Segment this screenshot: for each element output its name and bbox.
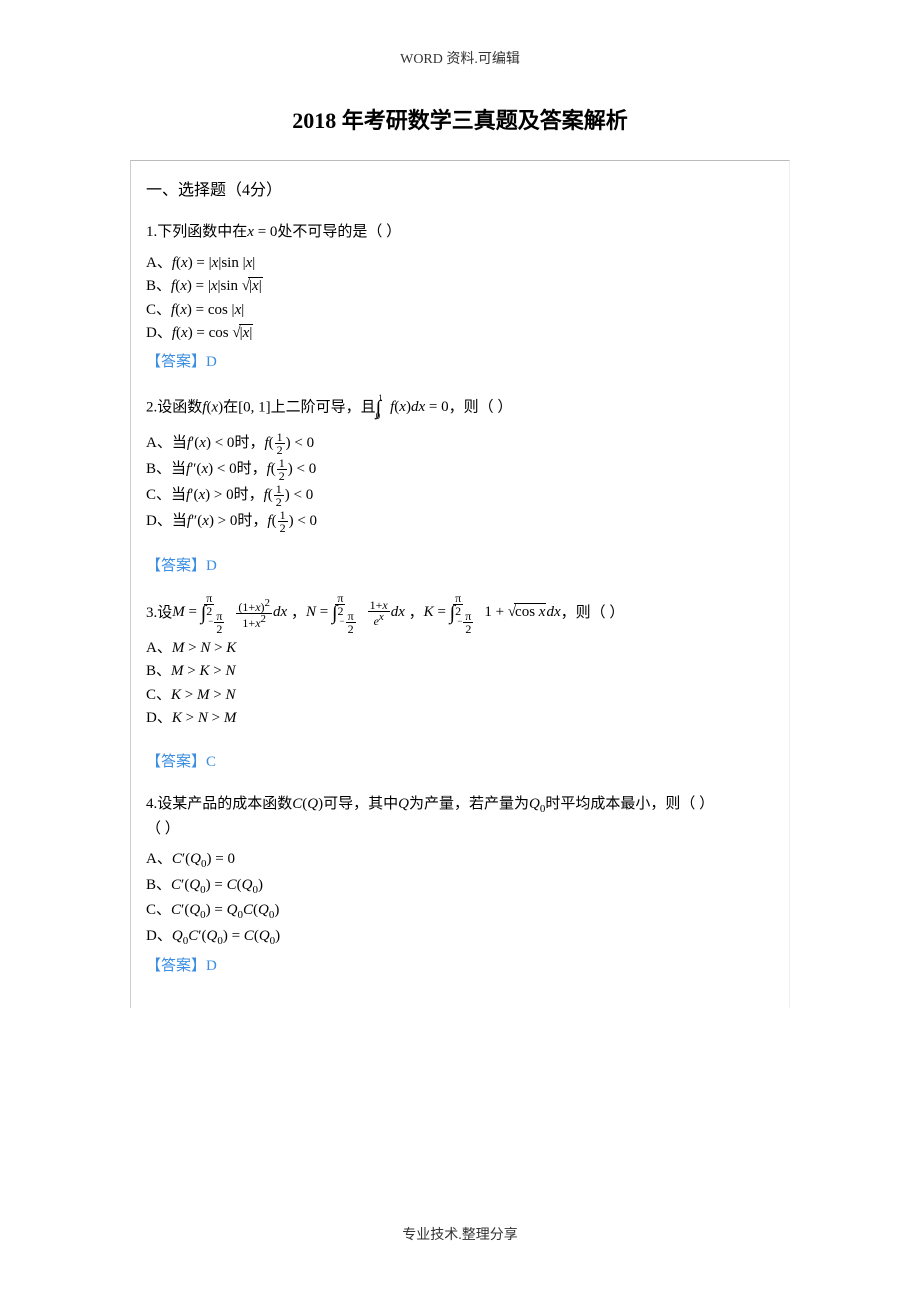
q1-stem-math: x = 0 — [247, 224, 277, 240]
q4-p3: 为产量，若产量为 — [409, 796, 529, 812]
q4-answer: 【答案】D — [146, 955, 774, 978]
q4-option-c: C、C′(Q0) = Q0C(Q0) — [146, 899, 774, 924]
q3-stem: 3.设M = ∫π2−π2(1+x)21+x2dx ，N = ∫π2−π21+x… — [146, 598, 774, 629]
q2-p1: 2.设函数 — [146, 399, 202, 415]
q3-option-a: A、M > N > K — [146, 637, 774, 660]
question-2: 2.设函数f(x)在[0, 1]上二阶可导，且∫10f(x)dx = 0，则（ … — [146, 393, 774, 578]
q3-option-c: C、K > M > N — [146, 684, 774, 707]
q2-option-d: D、当f″(x) > 0时，f(12) < 0 — [146, 509, 774, 534]
page-footer: 专业技术.整理分享 — [0, 1224, 920, 1244]
q2-stem: 2.设函数f(x)在[0, 1]上二阶可导，且∫10f(x)dx = 0，则（ … — [146, 393, 774, 423]
q4-option-a: A、C′(Q0) = 0 — [146, 848, 774, 873]
content-box: 一、选择题（4分） 1.下列函数中在x = 0处不可导的是（ ） A、f(x) … — [130, 160, 790, 1008]
q1-option-d: D、f(x) = cos |x| — [146, 322, 774, 345]
q2-answer: 【答案】D — [146, 555, 774, 578]
q4-p4: 时平均成本最小，则（ ） — [545, 796, 714, 812]
q4-p2: 可导，其中 — [323, 796, 398, 812]
page-header: WORD 资料.可编辑 — [0, 0, 920, 68]
q2-option-b: B、当f″(x) < 0时，f(12) < 0 — [146, 457, 774, 482]
q2-option-c: C、当f′(x) > 0时，f(12) < 0 — [146, 483, 774, 508]
q1-options: A、f(x) = |x|sin |x| B、f(x) = |x|sin |x| … — [146, 252, 774, 345]
q1-answer: 【答案】D — [146, 351, 774, 374]
q1-option-b: B、f(x) = |x|sin |x| — [146, 275, 774, 298]
q2-p4: ，则（ ） — [449, 399, 513, 415]
q3-suffix: ，则（ ） — [561, 604, 625, 620]
question-4: 4.设某产品的成本函数C(Q)可导，其中Q为产量，若产量为Q0时平均成本最小，则… — [146, 793, 774, 978]
q3-option-b: B、M > K > N — [146, 660, 774, 683]
q4-p1: 4.设某产品的成本函数 — [146, 796, 292, 812]
q1-stem-prefix: 1.下列函数中在 — [146, 224, 247, 240]
q3-option-d: D、K > N > M — [146, 707, 774, 730]
q1-stem: 1.下列函数中在x = 0处不可导的是（ ） — [146, 221, 774, 244]
q1-option-c: C、f(x) = cos |x| — [146, 299, 774, 322]
q3-answer: 【答案】C — [146, 751, 774, 774]
question-1: 1.下列函数中在x = 0处不可导的是（ ） A、f(x) = |x|sin |… — [146, 221, 774, 373]
section-heading: 一、选择题（4分） — [146, 179, 774, 203]
q4-stem: 4.设某产品的成本函数C(Q)可导，其中Q为产量，若产量为Q0时平均成本最小，则… — [146, 793, 774, 840]
q3-options: A、M > N > K B、M > K > N C、K > M > N D、K … — [146, 637, 774, 730]
q4-options: A、C′(Q0) = 0 B、C′(Q0) = C(Q0) C、C′(Q0) =… — [146, 848, 774, 949]
q2-options: A、当f′(x) < 0时，f(12) < 0 B、当f″(x) < 0时，f(… — [146, 431, 774, 534]
q4-option-d: D、Q0C′(Q0) = C(Q0) — [146, 925, 774, 950]
q1-option-a: A、f(x) = |x|sin |x| — [146, 252, 774, 275]
q2-p2: 在 — [223, 399, 238, 415]
question-3: 3.设M = ∫π2−π2(1+x)21+x2dx ，N = ∫π2−π21+x… — [146, 598, 774, 774]
q2-option-a: A、当f′(x) < 0时，f(12) < 0 — [146, 431, 774, 456]
main-title: 2018 年考研数学三真题及答案解析 — [0, 103, 920, 135]
q4-option-b: B、C′(Q0) = C(Q0) — [146, 874, 774, 899]
q3-prefix: 3.设 — [146, 604, 172, 620]
q2-p3: 上二阶可导，且 — [271, 399, 376, 415]
q1-stem-suffix: 处不可导的是（ ） — [277, 224, 401, 240]
